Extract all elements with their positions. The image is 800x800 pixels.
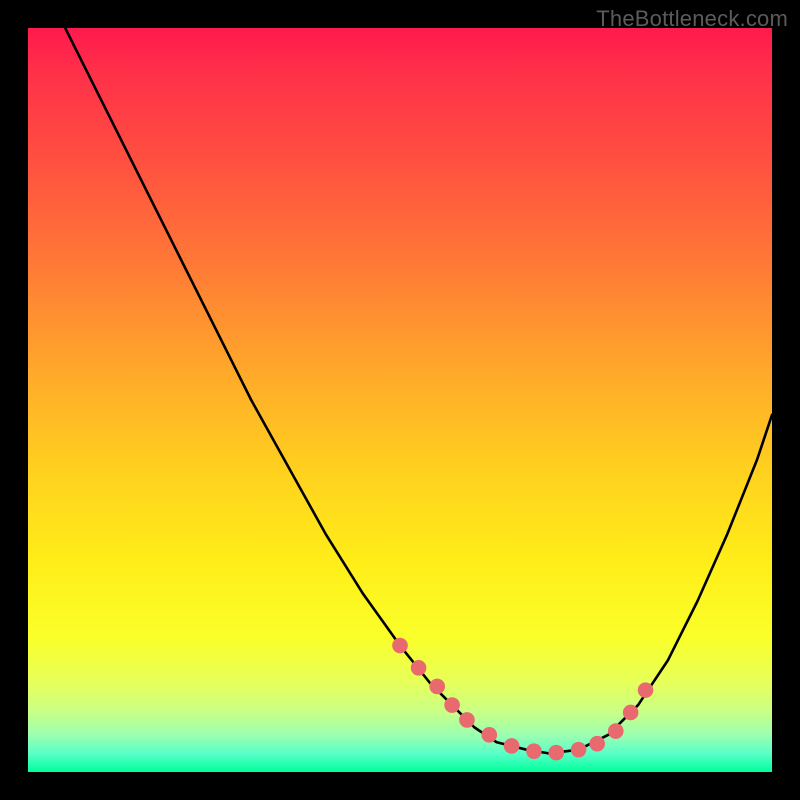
curve-svg bbox=[28, 28, 772, 772]
curve-marker-point bbox=[571, 742, 587, 758]
curve-marker-point bbox=[548, 745, 564, 761]
watermark-text: TheBottleneck.com bbox=[596, 6, 788, 32]
curve-marker-point bbox=[608, 723, 624, 739]
curve-marker-point bbox=[429, 679, 445, 695]
curve-marker-point bbox=[459, 712, 475, 728]
curve-marker-point bbox=[481, 727, 497, 743]
curve-marker-point bbox=[411, 660, 427, 676]
curve-markers bbox=[392, 638, 653, 761]
chart-stage: TheBottleneck.com bbox=[0, 0, 800, 800]
curve-marker-point bbox=[638, 682, 654, 698]
curve-marker-point bbox=[623, 705, 639, 721]
curve-marker-point bbox=[589, 736, 605, 752]
curve-marker-point bbox=[392, 638, 408, 654]
curve-marker-point bbox=[444, 697, 460, 713]
curve-marker-point bbox=[504, 738, 520, 754]
curve-line bbox=[65, 28, 772, 753]
curve-marker-point bbox=[526, 743, 542, 759]
plot-area bbox=[28, 28, 772, 772]
